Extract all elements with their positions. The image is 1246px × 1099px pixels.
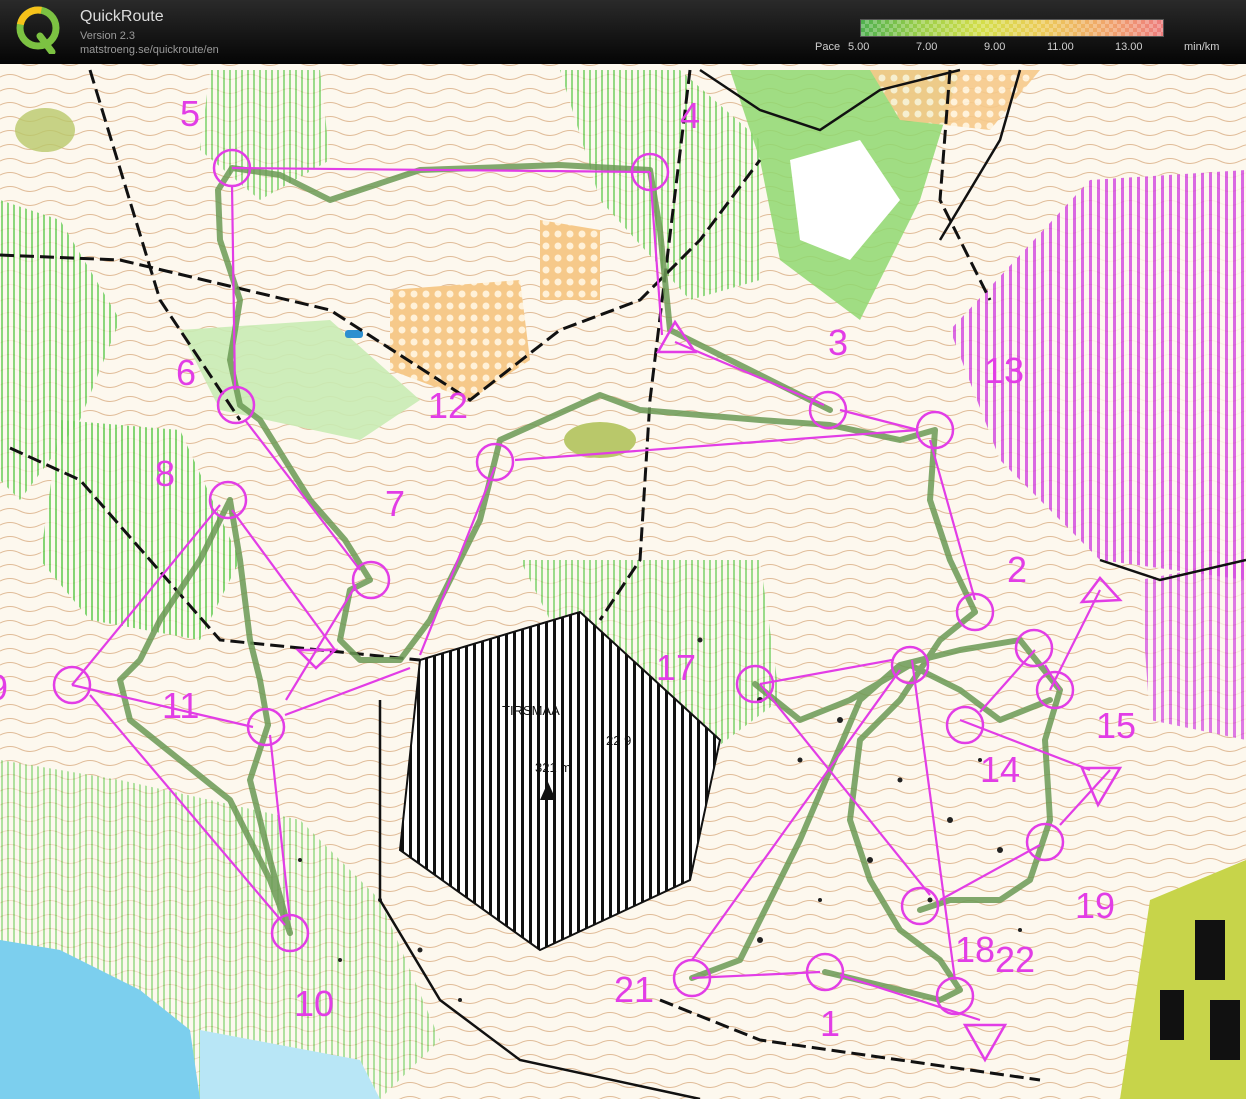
app-version: Version 2.3 (80, 30, 136, 42)
control-number: 4 (680, 95, 700, 136)
pace-tick: 5.00 (848, 41, 870, 53)
marsh-pond (15, 108, 75, 152)
pace-label: Pace (815, 41, 841, 53)
pace-unit: min/km (1184, 41, 1220, 53)
pace-tick: 7.00 (916, 41, 938, 53)
control-number: 9 (0, 667, 8, 708)
control-number: 13 (984, 350, 1024, 391)
control-number: 19 (1075, 885, 1115, 926)
control-number: 15 (1096, 705, 1136, 746)
pace-tick: 11.00 (1047, 41, 1074, 53)
control-number: 12 (428, 385, 468, 426)
control-number: 5 (180, 93, 200, 134)
control-number: 3 (828, 322, 848, 363)
pace-color-scale (860, 19, 1164, 37)
app-name: QuickRoute (80, 8, 164, 25)
building (1160, 990, 1184, 1040)
restricted-area (1140, 560, 1246, 740)
control-number: 7 (385, 483, 405, 524)
control-number: 18 (955, 929, 995, 970)
control-number: 22 (995, 939, 1035, 980)
pace-tick: 13.00 (1115, 41, 1143, 53)
quickroute-logo (16, 6, 60, 54)
control-number: 2 (1007, 549, 1027, 590)
map-canvas: TIRSMAA 321 m 22 9 5 4 3 6 12 13 8 7 2 1… (0, 64, 1246, 1099)
control-number: 8 (155, 453, 175, 494)
control-number: 1 (820, 1003, 840, 1044)
hill-height: 321 m (535, 760, 571, 775)
hill-name: TIRSMAA (502, 703, 560, 718)
building (1195, 920, 1225, 980)
app-url: matstroeng.se/quickroute/en (80, 44, 219, 56)
app-header: QuickRoute Version 2.3 matstroeng.se/qui… (0, 0, 1246, 64)
rough-open-land (540, 220, 600, 300)
control-number: 10 (294, 983, 334, 1024)
control-number: 17 (656, 647, 696, 688)
orienteering-map[interactable]: TIRSMAA 321 m 22 9 5 4 3 6 12 13 8 7 2 1… (0, 64, 1246, 1099)
control-number: 6 (176, 352, 196, 393)
control-number: 21 (614, 969, 654, 1010)
control-number: 14 (980, 749, 1020, 790)
control-number: 11 (162, 685, 199, 726)
building (1210, 1000, 1240, 1060)
pace-tick: 9.00 (984, 41, 1006, 53)
spot-height: 22 9 (606, 733, 631, 748)
